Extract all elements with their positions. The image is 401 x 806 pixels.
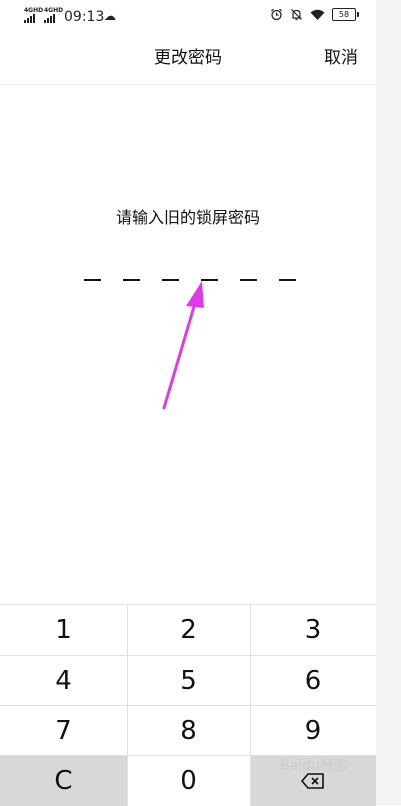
key-6[interactable]: 6 <box>250 656 376 705</box>
key-9[interactable]: 9 <box>250 706 376 755</box>
status-icons: 58 <box>270 8 359 21</box>
status-bar: 4GHD 4GHD 09:13 ☁ 58 <box>0 0 376 34</box>
key-3[interactable]: 3 <box>250 605 376 655</box>
key-7[interactable]: 7 <box>0 706 127 755</box>
keypad-divider <box>250 605 251 806</box>
key-0[interactable]: 0 <box>127 756 250 806</box>
signal-bars-1-icon <box>24 14 35 23</box>
pin-slot <box>162 279 179 281</box>
signal-bars-2-icon <box>44 14 55 23</box>
numeric-keypad: 1 2 3 4 5 6 7 8 9 C 0 <box>0 604 376 806</box>
pin-slot <box>201 279 218 281</box>
keypad-divider <box>127 605 128 806</box>
keypad-divider <box>0 655 376 656</box>
nav-bar: 更改密码 取消 <box>0 34 376 85</box>
pin-input[interactable] <box>84 279 296 283</box>
key-4[interactable]: 4 <box>0 656 127 705</box>
clear-key[interactable]: C <box>0 756 127 806</box>
cancel-button[interactable]: 取消 <box>324 46 358 70</box>
phone-screen: 4GHD 4GHD 09:13 ☁ 58 更改密码 取消 请输入旧的锁屏密码 1… <box>0 0 376 806</box>
battery-icon: 58 <box>332 8 359 21</box>
alarm-icon <box>271 8 282 21</box>
screen-edge <box>376 0 401 805</box>
password-prompt: 请输入旧的锁屏密码 <box>115 208 260 227</box>
keypad-divider <box>0 705 376 706</box>
key-2[interactable]: 2 <box>127 605 250 655</box>
pin-slot <box>84 279 101 281</box>
pin-slot <box>123 279 140 281</box>
page-title: 更改密码 <box>154 48 222 68</box>
pin-slot <box>279 279 296 281</box>
key-8[interactable]: 8 <box>127 706 250 755</box>
backspace-icon <box>301 773 324 789</box>
cloud-icon: ☁ <box>104 9 116 23</box>
pin-slot <box>240 279 257 281</box>
key-1[interactable]: 1 <box>0 605 127 655</box>
key-5[interactable]: 5 <box>127 656 250 705</box>
wifi-icon <box>310 9 325 20</box>
bell-off-icon <box>291 9 302 21</box>
status-time: 09:13 <box>64 9 105 25</box>
watermark: Baidu经验 <box>280 758 348 774</box>
